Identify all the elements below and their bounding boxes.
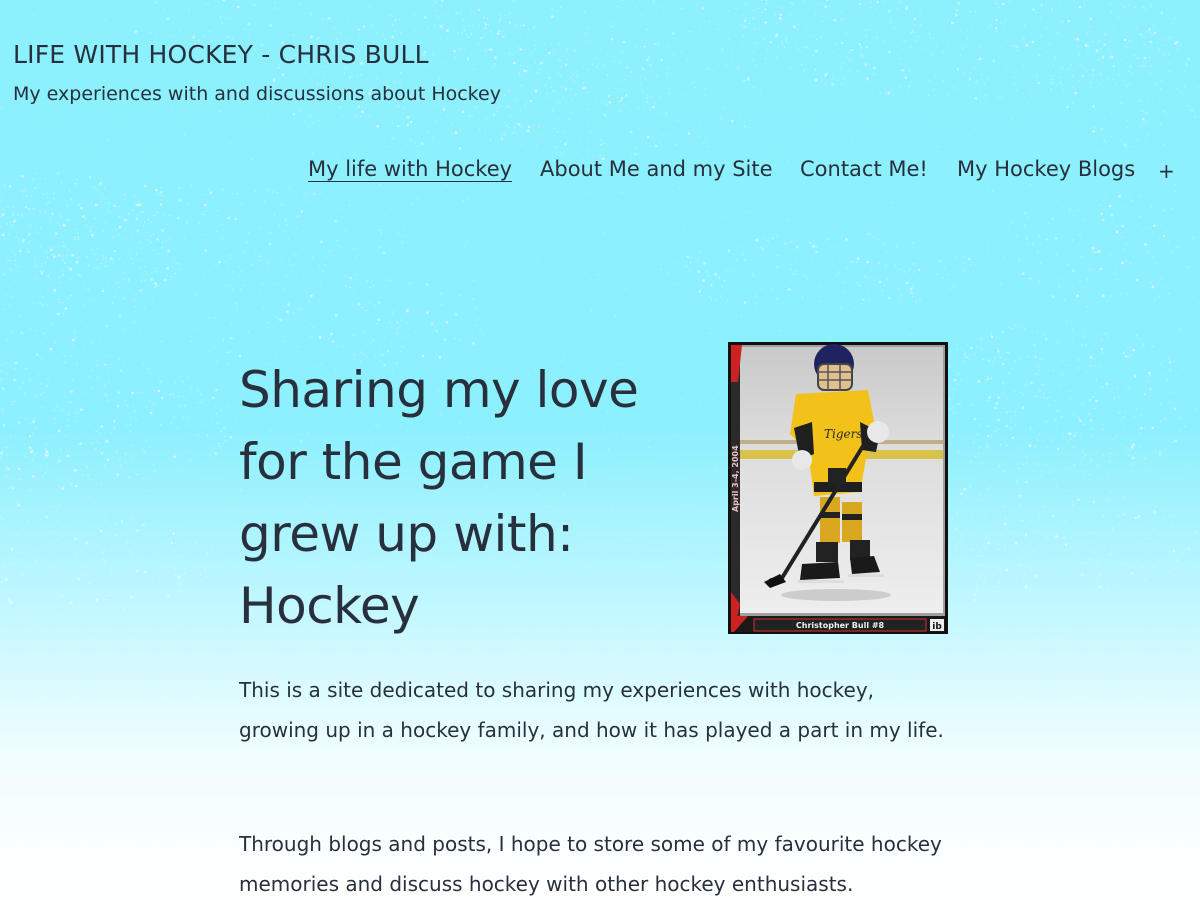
svg-text:Tigers: Tigers	[824, 427, 863, 441]
plus-icon: +	[1158, 159, 1175, 183]
photo-caption: Christopher Bull #8	[796, 621, 885, 630]
nav-item-contact-me[interactable]: Contact Me!	[800, 157, 928, 181]
photo-date-stamp: April 3-4, 2004	[731, 445, 740, 512]
submenu-expand-button[interactable]: +	[1158, 159, 1175, 183]
photo-corner-mark: ib	[932, 622, 942, 632]
site-title-link[interactable]: LIFE WITH HOCKEY - CHRIS BULL	[13, 40, 429, 69]
blogs-paragraph: Through blogs and posts, I hope to store…	[239, 832, 942, 896]
page-hero-title: Sharing my love for the game I grew up w…	[239, 361, 639, 635]
site-header: LIFE WITH HOCKEY - CHRIS BULL My experie…	[0, 0, 1200, 230]
intro-paragraph: This is a site dedicated to sharing my e…	[239, 678, 944, 742]
nav-item-my-hockey-blogs[interactable]: My Hockey Blogs	[957, 157, 1135, 181]
nav-item-my-life-with-hockey[interactable]: My life with Hockey	[308, 157, 512, 181]
nav-item-about-me[interactable]: About Me and my Site	[540, 157, 773, 181]
primary-navigation: My life with Hockey About Me and my Site…	[0, 157, 1200, 197]
site-tagline: My experiences with and discussions abou…	[13, 83, 501, 105]
hockey-player-photo: April 3-4, 2004 Tigers Christopher Bull …	[728, 342, 948, 634]
